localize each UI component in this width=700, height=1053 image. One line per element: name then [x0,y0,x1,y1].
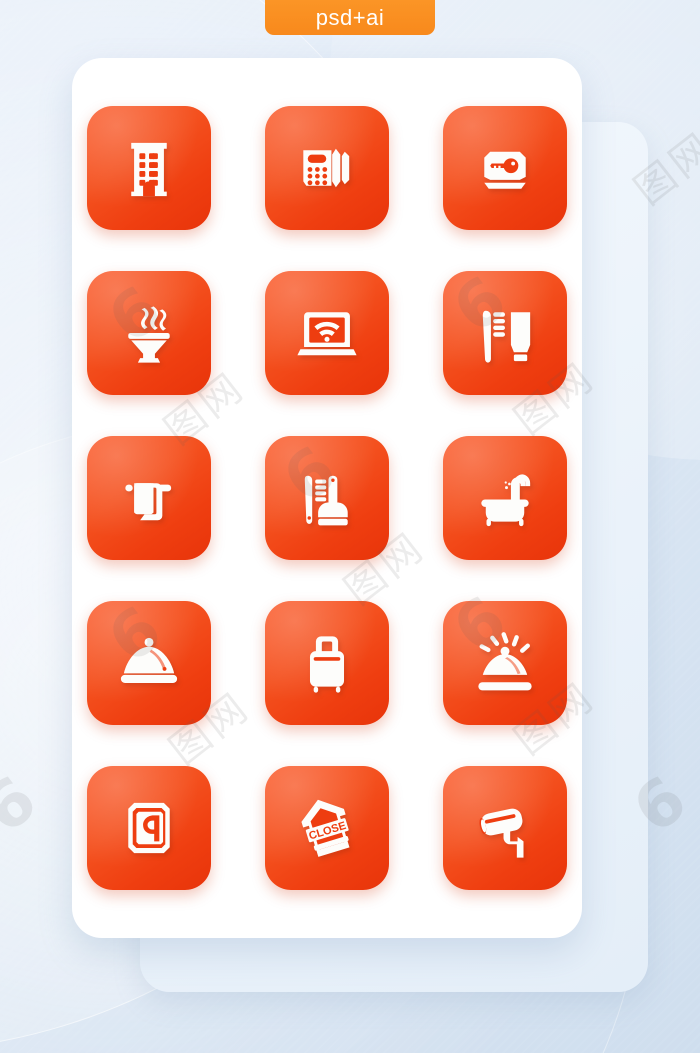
page-background: psd+ai CLOSE 6 图网 6 [0,0,700,1053]
icon-grid: CLOSE [72,58,582,938]
rolling-suitcase-icon [309,636,345,693]
icon-tile-desk-telephone[interactable] [265,106,389,230]
parking-card-icon [128,802,170,854]
icon-tile-towel-rack[interactable] [87,436,211,560]
icon-tile-toothbrush-paste[interactable] [443,271,567,395]
icon-tile-service-bell[interactable] [443,601,567,725]
icon-tile-hotel-building[interactable] [87,106,211,230]
hot-soup-bowl-icon [128,306,170,363]
icon-tile-parking-card[interactable] [87,766,211,890]
watermark-logo: 6 [0,762,51,849]
desk-telephone-icon [303,148,350,188]
icon-tile-food-cloche[interactable] [87,601,211,725]
bathtub-shower-icon [481,474,531,527]
icon-tile-laptop-wifi[interactable] [265,271,389,395]
icon-tile-suitcase[interactable] [265,601,389,725]
icon-tile-close-sign[interactable]: CLOSE [265,766,389,890]
key-card-icon [484,151,526,189]
icon-tile-key-card[interactable] [443,106,567,230]
towel-rack-icon [125,483,172,521]
icon-tile-hot-soup[interactable] [87,271,211,395]
toothbrush-toothpaste-icon [482,310,531,363]
icon-tile-bathtub-shower[interactable] [443,436,567,560]
security-camera-icon [479,808,524,858]
comb-hairbrush-icon [304,475,348,526]
service-bell-ringing-icon [478,632,532,691]
hotel-building-icon [131,142,167,197]
food-cloche-icon [120,637,178,683]
icon-tile-security-camera[interactable] [443,766,567,890]
laptop-wifi-icon [297,312,357,356]
icon-tile-comb-brush[interactable] [265,436,389,560]
psd-ai-badge: psd+ai [265,0,435,35]
close-door-sign-icon: CLOSE [301,799,350,857]
